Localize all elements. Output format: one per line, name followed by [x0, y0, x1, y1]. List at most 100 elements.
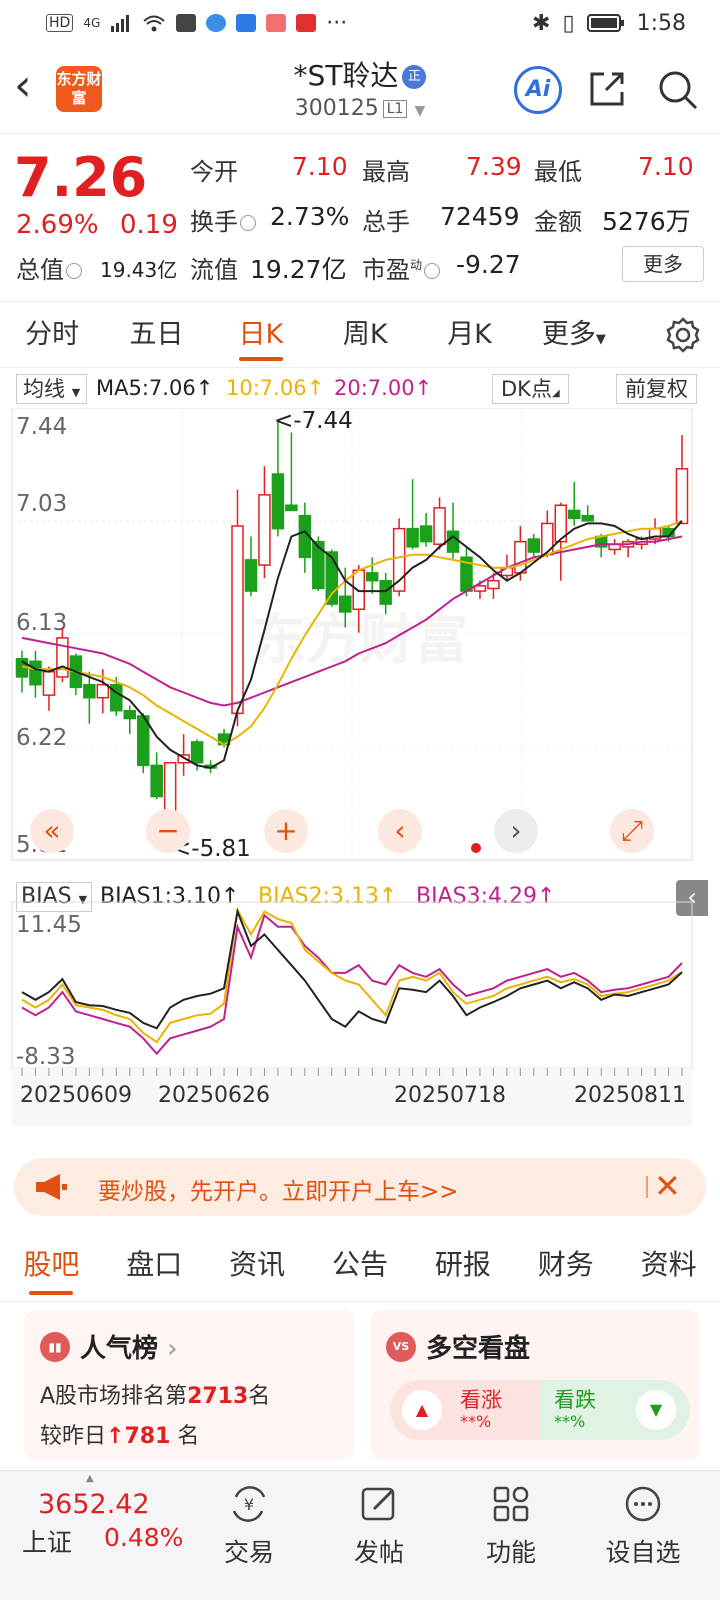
popularity-title: 人气榜 › [80, 1328, 177, 1365]
adjust-button[interactable]: 前复权 [616, 374, 697, 404]
y-tick-label: 6.22 [16, 725, 67, 751]
gear-icon[interactable] [664, 316, 702, 354]
more-circle-icon [625, 1486, 661, 1522]
bluetooth-icon: ✱ [532, 10, 551, 36]
zoom-out-icon[interactable]: − [156, 814, 179, 847]
tab-news[interactable]: 资讯 [206, 1232, 309, 1301]
low-value: 7.10 [638, 152, 694, 181]
dk-point-button[interactable]: DK点◢ [492, 374, 569, 404]
kline-chart[interactable]: 东方财富7.447.036.136.225.81<-7.44<-5.81«−+‹… [0, 408, 720, 1168]
status-bar: HD 4G ··· ✱ ▯ 1:58 [0, 0, 720, 46]
tab-announcements[interactable]: 公告 [309, 1232, 412, 1301]
tab-financials[interactable]: 财务 [514, 1232, 617, 1301]
candle-body [527, 538, 541, 553]
nav-add-watchlist[interactable]: 设自选 [588, 1475, 698, 1569]
candle-body [365, 572, 379, 582]
volume-label: 总手 [362, 208, 410, 236]
stock-header: ‹ 东方财富 *ST聆达正 300125 L1 ▼ Ai [0, 46, 720, 134]
open-account-banner[interactable]: 要炒股，先开户。立即开户上车>> ✕ [14, 1158, 706, 1216]
ma20-legend: 20:7.00↑ [334, 376, 432, 400]
tab-research[interactable]: 研报 [411, 1232, 514, 1301]
battery-icon [586, 14, 624, 32]
candle-body [271, 473, 285, 530]
arrow-up-icon: ↑ [106, 1424, 125, 1449]
rank-change-line: 较昨日↑781 名 [40, 1418, 199, 1450]
tab-intraday[interactable]: 分时 [0, 302, 104, 367]
x-tick-label: 20250626 [158, 1083, 270, 1108]
fast-back-icon[interactable]: « [43, 814, 60, 847]
candle-body [83, 683, 96, 699]
bias-chart-frame [11, 901, 693, 1069]
y-tick-label: 7.03 [16, 491, 67, 517]
period-tabs: 分时 五日 日K 周K 月K 更多▼ [0, 302, 720, 368]
arrow-up-icon: ↑ [306, 376, 325, 400]
indicator-selector[interactable]: 均线 ▼ [16, 374, 88, 404]
index-name: 上证 [22, 1528, 73, 1557]
stock-name: *ST聆达 [293, 59, 399, 92]
banner-divider [646, 1176, 648, 1198]
rank-change-suffix: 名 [177, 1424, 200, 1449]
turnover-value: 2.73% [270, 202, 350, 231]
settings-tab[interactable] [626, 302, 720, 367]
popularity-card[interactable]: ▮▮ 人气榜 › A股市场排名第2713名 较昨日↑781 名 [24, 1310, 354, 1460]
turnover-label-text: 换手 [190, 208, 238, 236]
candle-body [325, 551, 339, 605]
level-badge: L1 [382, 100, 408, 118]
amount-value: 5276万 [602, 207, 691, 236]
vote-bearish-button[interactable]: 看跌 **% ▼ [540, 1380, 690, 1440]
close-icon[interactable]: ✕ [654, 1168, 681, 1204]
candle-body [42, 670, 56, 696]
rank-change-prefix: 较昨日 [40, 1424, 107, 1449]
candle-body [123, 709, 137, 720]
candle-body [56, 637, 69, 678]
bias-y-tick: 11.45 [16, 912, 82, 938]
triangle-down-icon: ▼ [636, 1390, 676, 1430]
bearish-percent: **% [554, 1412, 586, 1431]
candle-body [96, 683, 110, 699]
bias-y-tick: -8.33 [16, 1044, 76, 1070]
candle-body [352, 569, 365, 611]
nav-trade[interactable]: ¥ 交易 [194, 1475, 304, 1569]
chevron-right-icon[interactable]: › [510, 814, 521, 847]
change-amount: 0.19 [120, 210, 178, 240]
tab-daily-k[interactable]: 日K [209, 302, 313, 367]
indicator-selector-label: 均线 [23, 377, 65, 401]
candle-body [419, 525, 433, 543]
weather-notification-icon [236, 14, 257, 32]
ma-legend-bar: 均线 ▼ MA5:7.06↑ 10:7.06↑ 20:7.00↑ DK点◢ 前复… [0, 372, 720, 406]
megaphone-icon [36, 1174, 67, 1200]
chevron-left-icon[interactable]: ‹ [394, 814, 405, 847]
rank-value: 2713 [187, 1384, 249, 1409]
ma5-legend-text: MA5:7.06 [96, 376, 196, 400]
zoom-in-icon[interactable]: + [274, 814, 297, 847]
banner-text: 要炒股，先开户。立即开户上车>> [98, 1179, 459, 1205]
info-icon[interactable] [424, 263, 441, 279]
network-label: 4G [83, 16, 101, 30]
share-icon[interactable] [586, 68, 628, 110]
tab-more[interactable]: 更多▼ [522, 302, 626, 367]
tab-weekly-k[interactable]: 周K [313, 302, 417, 367]
tab-forum[interactable]: 股吧 [0, 1232, 103, 1301]
search-icon[interactable] [656, 68, 700, 112]
signal-icon [111, 15, 130, 32]
arrow-up-icon: ↑ [195, 376, 214, 400]
ai-assistant-button[interactable]: Ai [514, 66, 562, 114]
more-quote-button[interactable]: 更多 [622, 246, 704, 282]
nav-post[interactable]: 发帖 [324, 1475, 434, 1569]
nav-functions[interactable]: 功能 [456, 1475, 566, 1569]
pe-value: -9.27 [456, 250, 521, 279]
pe-superscript: 动 [410, 258, 423, 272]
tab-profile[interactable]: 资料 [617, 1232, 720, 1301]
info-icon[interactable] [240, 215, 256, 231]
tab-orderbook[interactable]: 盘口 [103, 1232, 206, 1301]
vote-bullish-button[interactable]: ▲ 看涨 **% [390, 1380, 540, 1440]
sentiment-card: VS 多空看盘 ▲ 看涨 **% 看跌 **% ▼ [370, 1310, 700, 1460]
x-tick-label: 20250609 [20, 1083, 132, 1108]
nav-post-label: 发帖 [353, 1538, 404, 1567]
high-label: 最高 [362, 158, 410, 186]
info-icon[interactable] [66, 263, 82, 279]
book-notification-icon [296, 14, 317, 32]
tab-five-day[interactable]: 五日 [104, 302, 208, 367]
tab-monthly-k[interactable]: 月K [417, 302, 521, 367]
expand-icon[interactable]: ⤢ [621, 814, 643, 847]
